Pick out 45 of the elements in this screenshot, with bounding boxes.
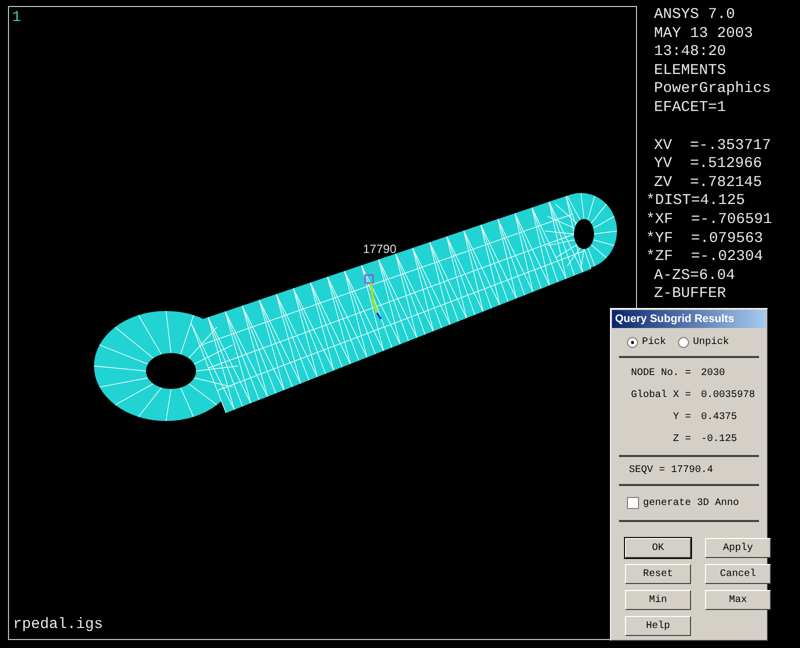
info-line: *YF =.079563 [646, 230, 764, 248]
field-label: Y = [672, 412, 691, 423]
dialog-title: Query Subgrid Results [612, 310, 766, 328]
node-marker-icon [364, 274, 382, 320]
window-number: 1 [12, 9, 22, 26]
info-line: A-ZS=6.04 [653, 266, 736, 286]
field-value: -0.125 [700, 434, 738, 445]
radio-option[interactable]: Unpick [678, 337, 730, 348]
info-line: 13:48:20 [653, 43, 728, 62]
info-line: *ZF =-.02304 [646, 248, 764, 267]
info-line: ZV =.782145 [653, 174, 764, 192]
dialog-button[interactable]: Apply [705, 538, 771, 558]
field-value: 0.4375 [700, 412, 738, 423]
info-line: ELEMENTS [653, 62, 728, 80]
field-value: 2030 [700, 368, 726, 379]
checkbox-label: generate 3D Anno [643, 498, 740, 508]
checkbox[interactable] [627, 497, 639, 509]
info-line: *XF =-.706591 [646, 210, 772, 230]
field-value: 0.0035978 [700, 390, 756, 401]
node-label: 17790 [363, 242, 396, 256]
field-label: Global X = [630, 390, 691, 401]
radio-label: Pick [642, 337, 666, 348]
radio-label: Unpick [693, 337, 730, 348]
dialog-button[interactable]: Cancel [705, 564, 771, 584]
dialog-button[interactable]: Help [625, 616, 691, 636]
dialog-button[interactable]: Reset [625, 564, 691, 584]
info-line: *DIST=4.125 [646, 192, 746, 211]
file-name: rpedal.igs [13, 616, 104, 633]
radio-option[interactable]: Pick [627, 337, 666, 348]
radio-icon[interactable] [627, 337, 638, 348]
radio-icon[interactable] [678, 337, 690, 348]
info-line: PowerGraphics [653, 80, 772, 99]
result-text: SEQV = 17790.4 [628, 464, 714, 478]
dialog-button[interactable]: OK [625, 538, 691, 558]
checkbox-option[interactable]: generate 3D Anno [611, 488, 767, 518]
dialog-button[interactable]: Min [625, 590, 691, 610]
field-label: Z = [672, 434, 691, 445]
info-line: Z-BUFFER [653, 285, 728, 304]
info-line: MAY 13 2003 [653, 24, 754, 44]
dialog-button[interactable]: Max [705, 590, 771, 610]
info-line: YV =.512966 [653, 155, 764, 174]
info-line: EFACET=1 [653, 98, 728, 118]
field-label: NODE No. = [630, 368, 691, 379]
info-line: XV =-.353717 [653, 136, 772, 156]
info-line: ANSYS 7.0 [653, 6, 736, 25]
